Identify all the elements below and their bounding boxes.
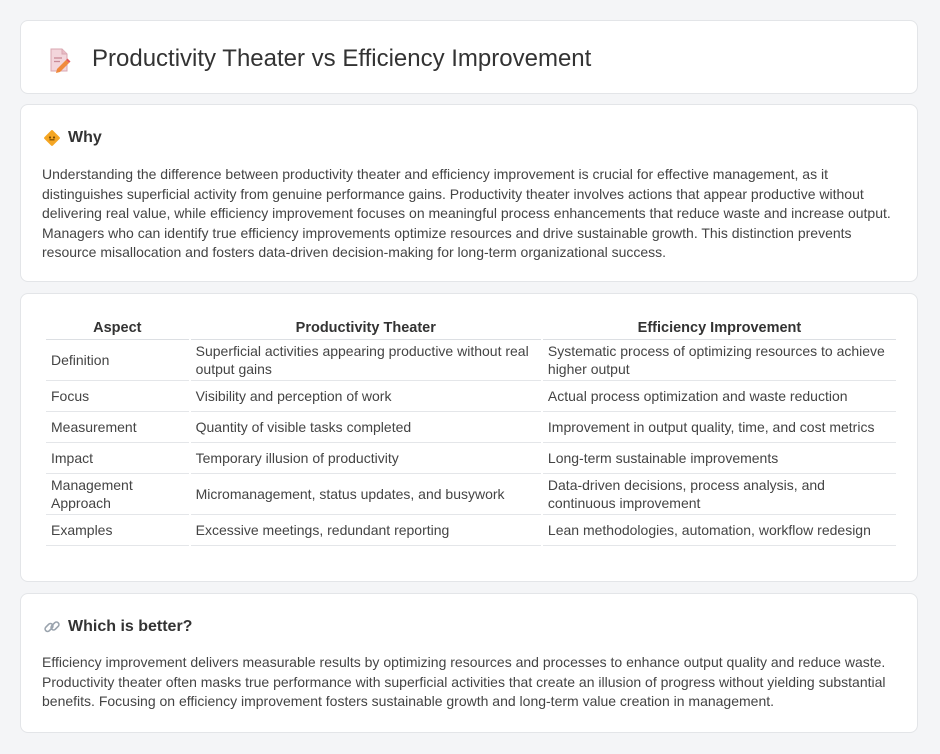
theater-cell: Excessive meetings, redundant reporting bbox=[190, 515, 541, 546]
theater-cell: Quantity of visible tasks completed bbox=[190, 412, 541, 443]
efficiency-cell: Systematic process of optimizing resourc… bbox=[542, 340, 896, 381]
aspect-cell: Measurement bbox=[46, 412, 189, 443]
why-heading-row: Why bbox=[43, 127, 102, 149]
better-heading: Which is better? bbox=[68, 618, 193, 635]
link-icon bbox=[44, 621, 60, 633]
better-heading-row: Which is better? bbox=[43, 616, 192, 638]
header-productivity-theater: Productivity Theater bbox=[190, 316, 541, 340]
comparison-section: Aspect Productivity Theater Efficiency I… bbox=[20, 293, 918, 582]
why-text: Understanding the difference between pro… bbox=[42, 166, 891, 261]
efficiency-cell: Actual process optimization and waste re… bbox=[542, 381, 896, 412]
efficiency-cell: Improvement in output quality, time, and… bbox=[542, 412, 896, 443]
efficiency-cell: Long-term sustainable improvements bbox=[542, 443, 896, 474]
table-row: Impact Temporary illusion of productivit… bbox=[46, 443, 896, 474]
aspect-cell: Impact bbox=[46, 443, 189, 474]
aspect-cell: Focus bbox=[46, 381, 189, 412]
which-is-better-section: Which is better? Efficiency improvement … bbox=[20, 593, 918, 733]
header-aspect: Aspect bbox=[46, 316, 189, 340]
header-efficiency-improvement: Efficiency Improvement bbox=[542, 316, 896, 340]
better-text: Efficiency improvement delivers measurab… bbox=[42, 654, 886, 710]
efficiency-cell: Data-driven decisions, process analysis,… bbox=[542, 474, 896, 515]
diamond-sign-icon bbox=[44, 130, 60, 146]
aspect-cell: Examples bbox=[46, 515, 189, 546]
aspect-cell: Definition bbox=[46, 340, 189, 381]
header-card: Productivity Theater vs Efficiency Impro… bbox=[20, 20, 918, 94]
table-row: Measurement Quantity of visible tasks co… bbox=[46, 412, 896, 443]
aspect-cell: Management Approach bbox=[46, 474, 189, 515]
comparison-table: Aspect Productivity Theater Efficiency I… bbox=[44, 316, 898, 546]
theater-cell: Temporary illusion of productivity bbox=[190, 443, 541, 474]
efficiency-cell: Lean methodologies, automation, workflow… bbox=[542, 515, 896, 546]
theater-cell: Micromanagement, status updates, and bus… bbox=[190, 474, 541, 515]
table-row: Definition Superficial activities appear… bbox=[46, 340, 896, 381]
table-header-row: Aspect Productivity Theater Efficiency I… bbox=[46, 316, 896, 340]
theater-cell: Superficial activities appearing product… bbox=[190, 340, 541, 381]
page-title: Productivity Theater vs Efficiency Impro… bbox=[92, 45, 592, 72]
why-section: Why Understanding the difference between… bbox=[20, 104, 918, 282]
why-heading: Why bbox=[68, 129, 102, 146]
table-row: Focus Visibility and perception of work … bbox=[46, 381, 896, 412]
theater-cell: Visibility and perception of work bbox=[190, 381, 541, 412]
table-row: Examples Excessive meetings, redundant r… bbox=[46, 515, 896, 546]
document-pencil-icon bbox=[50, 48, 71, 73]
table-row: Management Approach Micromanagement, sta… bbox=[46, 474, 896, 515]
